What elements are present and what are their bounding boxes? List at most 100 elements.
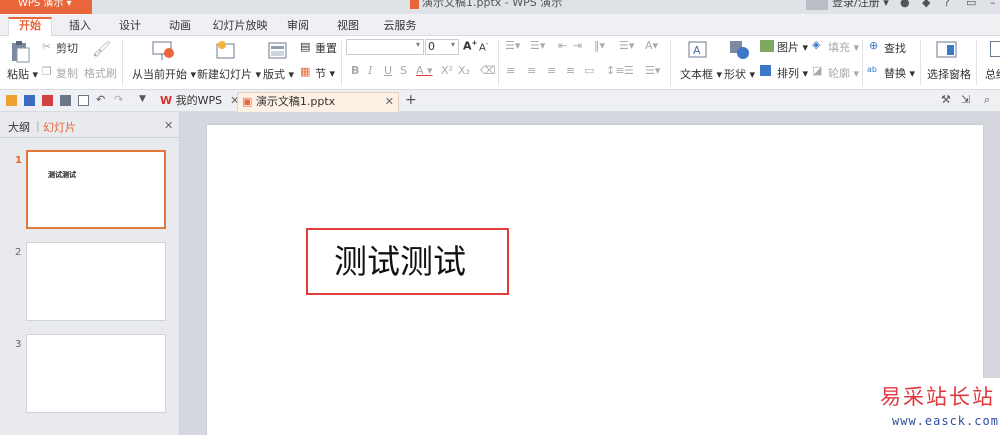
summary-icon[interactable] — [990, 41, 1000, 57]
layout-button[interactable]: 版式 ▾ — [263, 66, 294, 82]
close-icon[interactable]: ✕ — [164, 119, 173, 132]
tab-view[interactable]: 视图 — [330, 17, 366, 36]
replace-button[interactable]: 替换 ▾ — [884, 65, 915, 81]
decrease-indent-icon[interactable]: ⇤ — [558, 39, 567, 52]
text-box-icon[interactable]: A — [688, 41, 708, 59]
align-left-icon[interactable]: ≡ — [506, 64, 515, 77]
settings-icon[interactable]: ◆ — [922, 0, 930, 9]
grow-font-icon[interactable]: A+ — [463, 39, 477, 53]
section-button[interactable]: 节 ▾ — [315, 65, 335, 81]
shadow-icon[interactable]: S — [400, 64, 407, 77]
play-from-current-icon[interactable] — [152, 40, 176, 62]
new-slide-button[interactable]: 新建幻灯片 ▾ — [197, 66, 261, 82]
text-direction-icon[interactable]: ‖▾ — [594, 39, 605, 52]
font-color-icon[interactable]: A ▾ — [416, 64, 433, 77]
replace-icon[interactable]: ab — [867, 65, 877, 74]
save-icon[interactable] — [24, 95, 35, 106]
selection-pane-icon[interactable] — [936, 41, 958, 59]
fill-button[interactable]: 填充 ▾ — [828, 39, 859, 55]
cut-button[interactable]: 剪切 — [56, 40, 78, 56]
underline-icon[interactable]: U — [384, 64, 392, 77]
slide-thumbnail-2[interactable] — [26, 242, 166, 321]
format-painter-button[interactable]: 格式刷 — [84, 65, 117, 81]
justify-icon[interactable]: ≡ — [566, 64, 575, 77]
tab-review[interactable]: 审阅 — [280, 17, 316, 36]
bullet-list-icon[interactable]: ☰▾ — [505, 39, 520, 52]
tab-insert[interactable]: 插入 — [60, 17, 100, 36]
open-icon[interactable] — [6, 95, 17, 106]
print-preview-icon[interactable] — [78, 95, 89, 106]
increase-indent-icon[interactable]: ⇥ — [573, 39, 582, 52]
outline-button[interactable]: 轮廓 ▾ — [828, 65, 859, 81]
tab-my-wps[interactable]: W 我的WPS ✕ — [156, 92, 239, 112]
wps-menu-button[interactable]: WPS 演示 ▾ — [0, 0, 92, 14]
tab-slideshow[interactable]: 幻灯片放映 — [210, 17, 270, 36]
customize-chevron-down-icon[interactable]: ▼ — [139, 94, 146, 104]
help-icon[interactable]: ? — [944, 0, 950, 9]
export-pdf-icon[interactable] — [42, 95, 53, 106]
section-icon[interactable]: ▦ — [300, 65, 310, 78]
line-spacing-icon[interactable]: ↕≡ — [606, 64, 624, 77]
reset-icon[interactable]: ▤ — [300, 40, 310, 53]
tab-outline[interactable]: 大纲 — [8, 119, 30, 135]
find-icon[interactable]: ⊕ — [869, 39, 878, 52]
skin-icon[interactable]: ● — [900, 0, 910, 9]
picture-icon[interactable] — [760, 40, 774, 52]
align-right-icon[interactable]: ≡ — [547, 64, 556, 77]
tab-design[interactable]: 设计 — [110, 17, 150, 36]
slide-text-box[interactable]: 测试测试 — [306, 228, 509, 295]
copy-button[interactable]: 复制 — [56, 65, 78, 81]
redo-icon[interactable]: ↷ — [114, 93, 123, 106]
font-name-select[interactable]: ▾ — [346, 39, 424, 55]
shrink-font-icon[interactable]: A- — [479, 40, 488, 53]
paragraph-icon[interactable]: ☰ — [624, 64, 634, 77]
tab-cloud[interactable]: 云服务 — [380, 17, 420, 36]
format-painter-icon[interactable]: 🖌 — [92, 40, 111, 58]
picture-button[interactable]: 图片 ▾ — [777, 39, 808, 55]
paste-button[interactable]: 粘贴 ▾ — [7, 66, 38, 82]
copy-icon[interactable]: ❐ — [42, 65, 52, 78]
new-tab-plus-icon[interactable]: + — [405, 92, 417, 108]
font-size-select[interactable]: 0 ▾ — [425, 39, 459, 55]
numbered-list-icon[interactable]: ☰▾ — [530, 39, 545, 52]
subscript-icon[interactable]: X₂ — [458, 64, 470, 77]
bold-icon[interactable]: B — [351, 64, 359, 77]
shape-icon[interactable] — [729, 40, 751, 60]
reset-button[interactable]: 重置 — [315, 40, 337, 56]
pin-icon[interactable]: ⚒ — [941, 93, 951, 106]
tab-slides[interactable]: 幻灯片 — [43, 119, 76, 135]
tab-home[interactable]: 开始 — [8, 17, 52, 36]
new-slide-icon[interactable] — [214, 40, 238, 62]
cut-icon[interactable]: ✂ — [42, 40, 51, 53]
restore-icon[interactable]: ▭ — [966, 0, 976, 9]
minimize-icon[interactable]: – — [990, 0, 996, 9]
fill-icon[interactable]: ◈ — [812, 38, 820, 51]
selection-pane-button[interactable]: 选择窗格 — [927, 66, 971, 82]
text-box-button[interactable]: 文本框 ▾ — [680, 66, 722, 82]
slide-thumbnail-1[interactable]: 测试测试 — [26, 150, 166, 229]
layout-icon[interactable] — [268, 42, 288, 60]
clear-format-icon[interactable]: ⌫ — [480, 64, 496, 77]
distribute-icon[interactable]: ▭ — [584, 64, 594, 77]
search-icon[interactable]: ⌕ — [984, 93, 990, 107]
print-icon[interactable] — [60, 95, 71, 106]
align-center-icon[interactable]: ≡ — [527, 64, 536, 77]
superscript-icon[interactable]: X² — [441, 64, 453, 77]
arrange-button[interactable]: 排列 ▾ — [777, 65, 808, 81]
shape-button[interactable]: 形状 ▾ — [724, 66, 755, 82]
italic-icon[interactable]: I — [368, 64, 372, 77]
slide-thumbnail-3[interactable] — [26, 334, 166, 413]
user-account[interactable]: 登录/注册 ▾ — [806, 0, 889, 10]
columns-icon[interactable]: A▾ — [645, 39, 658, 52]
tab-document[interactable]: ▣ 演示文稿1.pptx ✕ — [237, 92, 399, 112]
tab-animation[interactable]: 动画 — [160, 17, 200, 36]
align-text-icon[interactable]: ☰▾ — [619, 39, 634, 52]
share-icon[interactable]: ⇲ — [961, 93, 970, 106]
arrange-icon[interactable] — [760, 65, 771, 76]
paste-icon[interactable] — [9, 40, 31, 64]
from-current-button[interactable]: 从当前开始 ▾ — [132, 66, 196, 82]
outline-icon[interactable]: ◪ — [812, 64, 822, 77]
undo-icon[interactable]: ↶ — [96, 93, 105, 106]
find-button[interactable]: 查找 — [884, 40, 906, 56]
paragraph-settings-icon[interactable]: ☰▾ — [645, 64, 660, 77]
